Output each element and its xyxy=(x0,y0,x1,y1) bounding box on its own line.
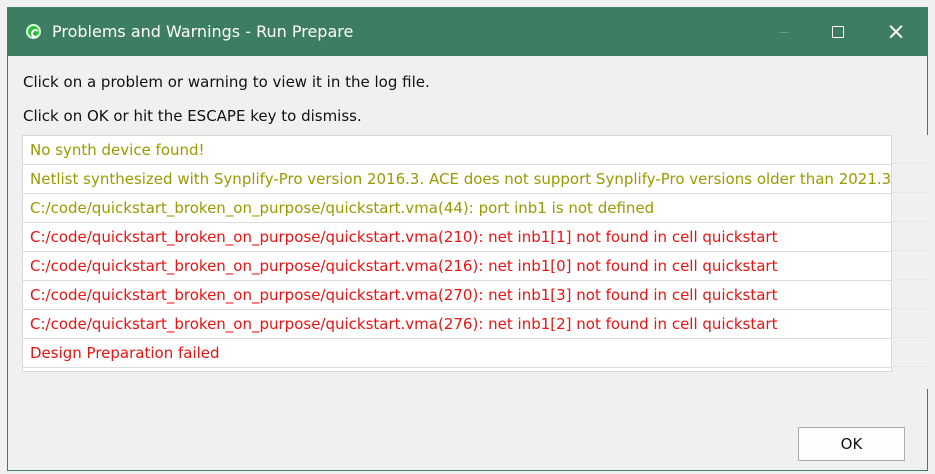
gutter-row-line xyxy=(892,164,928,193)
maximize-button[interactable] xyxy=(815,8,861,56)
close-button[interactable]: × xyxy=(873,8,919,56)
gutter-row-line xyxy=(892,222,928,251)
gutter-row-line xyxy=(892,135,928,164)
window-title: Problems and Warnings - Run Prepare xyxy=(52,22,354,41)
title-bar[interactable]: Problems and Warnings - Run Prepare × xyxy=(8,8,927,56)
instruction-view-log: Click on a problem or warning to view it… xyxy=(23,73,430,91)
minimize-button[interactable] xyxy=(761,8,807,56)
problem-item[interactable]: Netlist synthesized with Synplify-Pro ve… xyxy=(23,165,891,194)
problem-item[interactable]: Design Preparation failed xyxy=(23,339,891,368)
gutter-row-line xyxy=(892,193,928,222)
problem-item[interactable]: C:/code/quickstart_broken_on_purpose/qui… xyxy=(23,310,891,339)
problem-item[interactable]: C:/code/quickstart_broken_on_purpose/qui… xyxy=(23,223,891,252)
gutter-row-line xyxy=(892,309,928,338)
list-side-gutter xyxy=(892,135,928,389)
problem-item[interactable]: C:/code/quickstart_broken_on_purpose/qui… xyxy=(23,252,891,281)
close-icon: × xyxy=(886,18,906,45)
problems-warnings-dialog: Problems and Warnings - Run Prepare × Cl… xyxy=(7,7,928,471)
ok-button[interactable]: OK xyxy=(798,427,905,461)
problem-list: No synth device found! Netlist synthesiz… xyxy=(22,135,892,372)
maximize-icon xyxy=(832,26,844,38)
minimize-icon xyxy=(779,31,789,33)
gutter-row-line xyxy=(892,251,928,280)
gutter-row-line xyxy=(892,280,928,309)
instruction-dismiss: Click on OK or hit the ESCAPE key to dis… xyxy=(23,107,362,125)
problem-item[interactable]: No synth device found! xyxy=(23,136,891,165)
problem-item[interactable]: C:/code/quickstart_broken_on_purpose/qui… xyxy=(23,281,891,310)
problem-item[interactable]: C:/code/quickstart_broken_on_purpose/qui… xyxy=(23,194,891,223)
gutter-row-line xyxy=(892,338,928,367)
app-logo-icon xyxy=(26,24,41,39)
